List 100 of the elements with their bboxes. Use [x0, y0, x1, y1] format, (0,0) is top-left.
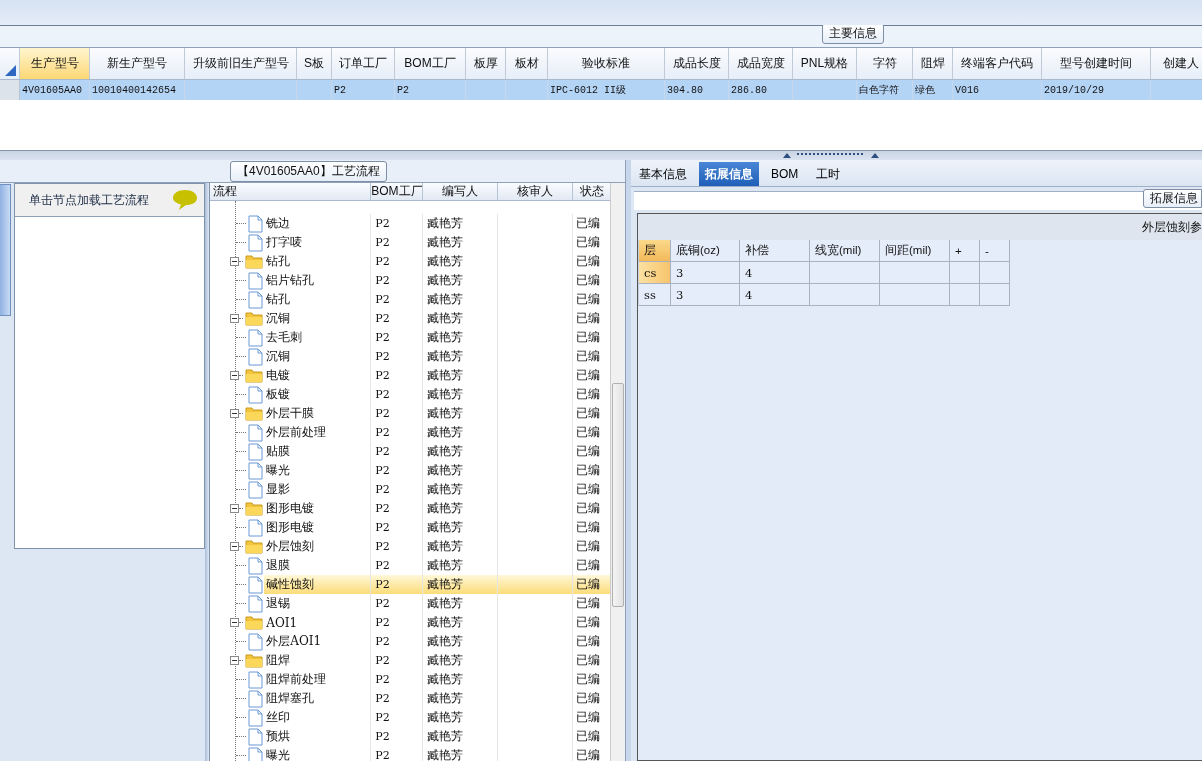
column-header[interactable]: BOM工厂 — [371, 183, 424, 200]
column-header[interactable]: 新生产型号 — [90, 48, 185, 79]
tree-row[interactable]: 丝印 P2 臧艳芳 已编 — [210, 708, 611, 727]
table-cell: 已编 — [576, 462, 601, 479]
tree-node-label: 丝印 — [266, 709, 291, 726]
group-title: 拓展信息 — [1143, 189, 1202, 208]
tree-row[interactable]: 钻孔 P2 臧艳芳 已编 — [210, 290, 611, 309]
table-cell: 绿色 — [913, 80, 953, 100]
column-header[interactable]: 底铜(oz) — [671, 240, 740, 262]
table-cell: 臧艳芳 — [427, 576, 464, 593]
collapse-icon[interactable] — [230, 542, 240, 551]
column-header[interactable]: 流程 — [210, 183, 372, 200]
column-header[interactable]: 成品宽度 — [729, 48, 793, 79]
collapse-icon[interactable] — [230, 618, 240, 627]
tree-row[interactable]: 板镀 P2 臧艳芳 已编 — [210, 385, 611, 404]
tree-row[interactable]: AOI1 P2 臧艳芳 已编 — [210, 613, 611, 632]
column-header[interactable]: PNL规格 — [793, 48, 857, 79]
table-cell — [950, 284, 980, 306]
column-header[interactable]: 字符 — [857, 48, 913, 79]
column-header[interactable]: 订单工厂 — [332, 48, 395, 79]
table-cell: 已编 — [576, 443, 601, 460]
table-cell: P2 — [375, 692, 390, 705]
column-header[interactable]: 状态 — [573, 183, 611, 200]
column-header[interactable]: 终端客户代码 — [953, 48, 1042, 79]
tree-row[interactable]: 阻焊塞孔 P2 臧艳芳 已编 — [210, 689, 611, 708]
tree-row[interactable]: 打字唛 P2 臧艳芳 已编 — [210, 233, 611, 252]
column-header[interactable]: + — [950, 240, 980, 262]
table-cell: P2 — [375, 502, 390, 515]
tab[interactable]: 工时 — [810, 162, 847, 186]
column-header[interactable]: 板材 — [506, 48, 548, 79]
column-header[interactable]: 验收标准 — [548, 48, 665, 79]
table-cell: P2 — [375, 597, 390, 610]
tree-row[interactable]: 去毛刺 P2 臧艳芳 已编 — [210, 328, 611, 347]
column-header[interactable]: 板厚 — [466, 48, 506, 79]
tree-row[interactable]: 铣边 P2 臧艳芳 已编 — [210, 214, 611, 233]
column-header[interactable]: 生产型号 — [20, 48, 90, 79]
splitter-grip-icon[interactable] — [781, 151, 881, 159]
tree-row[interactable]: 外层前处理 P2 臧艳芳 已编 — [210, 423, 611, 442]
collapse-icon[interactable] — [230, 504, 240, 513]
tree-row[interactable]: 外层干膜 P2 臧艳芳 已编 — [210, 404, 611, 423]
tree-node-label: 外层AOI1 — [266, 633, 322, 650]
folder-icon — [245, 254, 264, 269]
table-cell: 臧艳芳 — [427, 386, 464, 403]
tree-row[interactable]: 显影 P2 臧艳芳 已编 — [210, 480, 611, 499]
table-cell: P2 — [332, 80, 395, 100]
corner-triangle-icon[interactable] — [3, 63, 17, 77]
tab[interactable]: 拓展信息 — [699, 162, 759, 186]
document-icon — [248, 575, 264, 594]
column-header[interactable]: BOM工厂 — [395, 48, 466, 79]
column-header[interactable]: - — [980, 240, 1010, 262]
table-cell: 臧艳芳 — [427, 424, 464, 441]
table-cell: 已编 — [576, 348, 601, 365]
table-cell: 臧艳芳 — [427, 443, 464, 460]
column-header[interactable]: 间距(mil) — [880, 240, 950, 262]
table-cell: 3 — [671, 262, 740, 284]
table-cell: 已编 — [576, 557, 601, 574]
tree-row[interactable]: 沉铜 P2 臧艳芳 已编 — [210, 309, 611, 328]
tree-row[interactable]: 阻焊前处理 P2 臧艳芳 已编 — [210, 670, 611, 689]
column-header[interactable]: 线宽(mil) — [810, 240, 880, 262]
collapse-icon[interactable] — [230, 371, 240, 380]
column-header[interactable]: 编写人 — [423, 183, 499, 200]
tree-row[interactable]: 预烘 P2 臧艳芳 已编 — [210, 727, 611, 746]
tree-row[interactable]: 曝光 P2 臧艳芳 已编 — [210, 461, 611, 480]
table-cell — [880, 262, 950, 284]
tree-row[interactable]: 图形电镀 P2 臧艳芳 已编 — [210, 518, 611, 537]
table-cell: V016 — [953, 80, 1042, 100]
column-header[interactable]: 阻焊 — [913, 48, 953, 79]
collapse-icon[interactable] — [230, 656, 240, 665]
tree-row[interactable]: 曝光 P2 臧艳芳 已编 — [210, 746, 611, 761]
tree-row[interactable]: 图形电镀 P2 臧艳芳 已编 — [210, 499, 611, 518]
collapse-icon[interactable] — [230, 257, 240, 266]
column-header[interactable]: 升级前旧生产型号 — [185, 48, 297, 79]
table-row[interactable]: 4V01605AA0 10010400142654 P2 P2 IPC-6012 II级 304.80 286.80 白色字符 绿色 V016 2019/10/29 — [0, 80, 1202, 100]
scrollbar[interactable] — [610, 183, 625, 761]
column-header[interactable]: 型号创建时间 — [1042, 48, 1151, 79]
tab[interactable]: BOM — [765, 162, 805, 186]
row-header[interactable]: cs — [639, 262, 671, 284]
tree-row[interactable]: 退锡 P2 臧艳芳 已编 — [210, 594, 611, 613]
column-header[interactable]: S板 — [297, 48, 332, 79]
tree-row[interactable]: 铝片钻孔 P2 臧艳芳 已编 — [210, 271, 611, 290]
tree-row[interactable]: 沉铜 P2 臧艳芳 已编 — [210, 347, 611, 366]
tree-row[interactable]: 阻焊 P2 臧艳芳 已编 — [210, 651, 611, 670]
column-header[interactable]: 补偿 — [740, 240, 810, 262]
tree-row[interactable]: 外层蚀刻 P2 臧艳芳 已编 — [210, 537, 611, 556]
column-header[interactable]: 核审人 — [498, 183, 574, 200]
table-cell: 臧艳芳 — [427, 348, 464, 365]
document-icon — [248, 461, 264, 480]
table-cell: 4 — [740, 284, 810, 306]
column-header[interactable]: 层 — [639, 240, 671, 262]
collapse-icon[interactable] — [230, 314, 240, 323]
column-header[interactable]: 成品长度 — [665, 48, 729, 79]
row-header[interactable]: ss — [639, 284, 671, 306]
tree-row[interactable]: 钻孔 P2 臧艳芳 已编 — [210, 252, 611, 271]
collapse-icon[interactable] — [230, 409, 240, 418]
tab[interactable]: 基本信息 — [633, 162, 693, 186]
column-header[interactable]: 创建人 — [1151, 48, 1202, 79]
tree-node-label: 贴膜 — [266, 443, 291, 460]
tree-row[interactable]: 外层AOI1 P2 臧艳芳 已编 — [210, 632, 611, 651]
tree-row[interactable]: 贴膜 P2 臧艳芳 已编 — [210, 442, 611, 461]
tree-row[interactable]: 电镀 P2 臧艳芳 已编 — [210, 366, 611, 385]
